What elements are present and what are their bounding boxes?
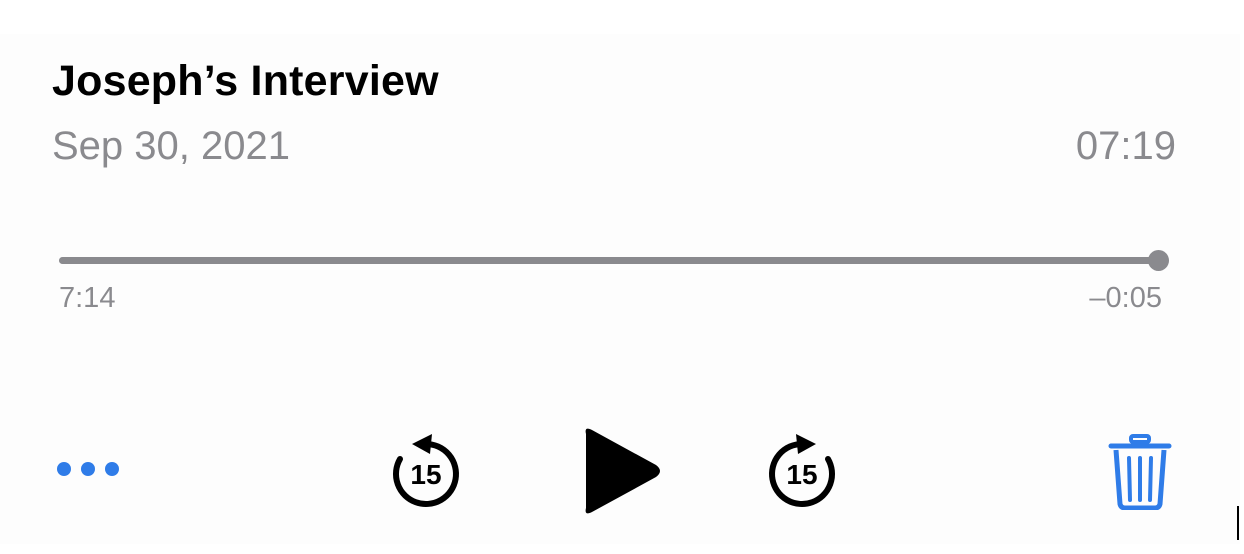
remaining-time: –0:05 <box>1089 282 1162 314</box>
play-icon <box>585 428 660 514</box>
skip-forward-15-icon: 15 <box>769 434 835 507</box>
delete-button[interactable] <box>1104 432 1176 512</box>
skip-back-15-icon: 15 <box>393 434 459 507</box>
recording-duration: 07:19 <box>1075 124 1176 168</box>
recording-card: Joseph’s Interview Sep 30, 2021 07:19 7:… <box>0 34 1240 544</box>
elapsed-time: 7:14 <box>59 282 116 314</box>
skip-forward-button[interactable]: 15 <box>762 430 842 510</box>
play-button[interactable] <box>576 426 662 516</box>
skip-back-button[interactable]: 15 <box>386 430 466 510</box>
scrubber-track[interactable] <box>59 257 1169 264</box>
more-button[interactable] <box>52 449 124 489</box>
recording-title[interactable]: Joseph’s Interview <box>52 57 439 106</box>
playback-scrubber[interactable] <box>59 242 1169 280</box>
scrubber-progress <box>59 257 1158 264</box>
text-cursor <box>1237 506 1239 540</box>
skip-forward-seconds: 15 <box>786 459 817 490</box>
skip-back-seconds: 15 <box>410 459 441 490</box>
scrubber-thumb[interactable] <box>1147 250 1169 271</box>
recording-date: Sep 30, 2021 <box>52 124 290 168</box>
ellipsis-icon <box>52 462 124 476</box>
trash-icon <box>1108 434 1172 510</box>
